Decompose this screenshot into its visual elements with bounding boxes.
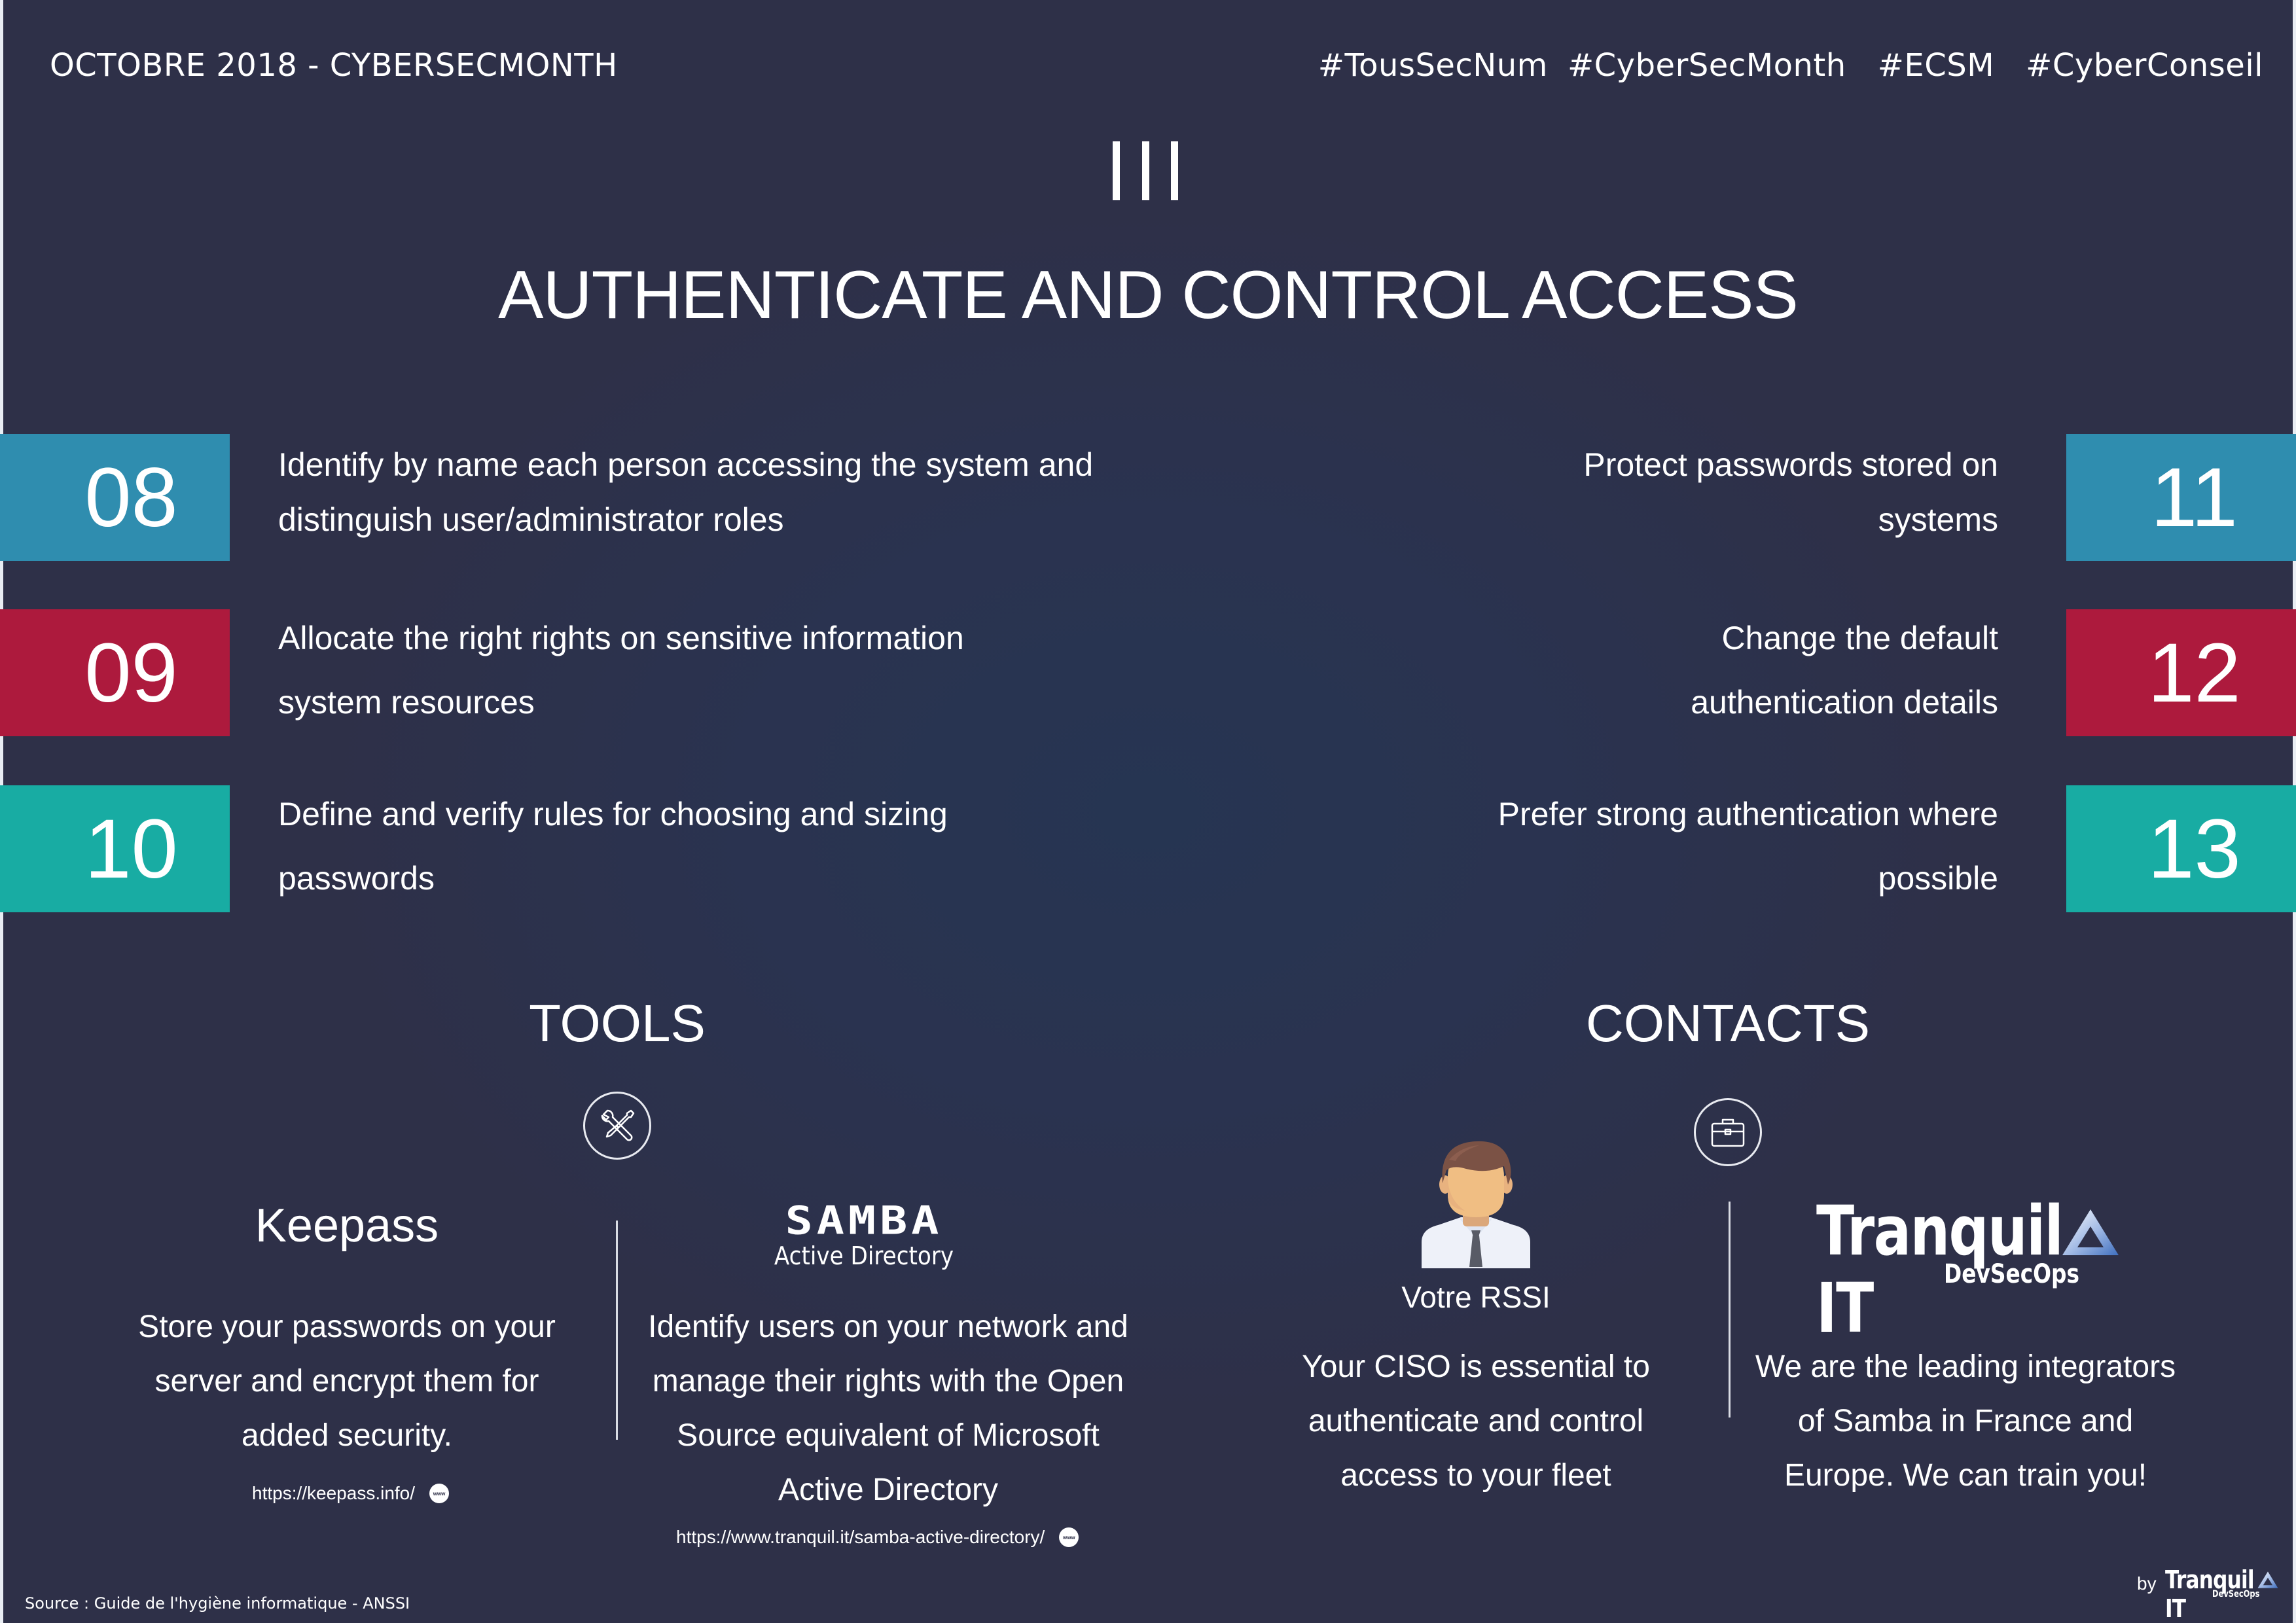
rule-line: Identify by name each person accessing t… bbox=[278, 446, 1094, 483]
rule-number-badge: 11 bbox=[2066, 434, 2296, 561]
tranquil-description: We are the leading integrators of Samba … bbox=[1736, 1340, 2195, 1503]
desc-line: We are the leading integrators bbox=[1755, 1349, 2176, 1384]
desc-line: Store your passwords on your bbox=[138, 1310, 556, 1344]
rule-line: Define and verify rules for choosing and… bbox=[278, 796, 948, 832]
www-icon[interactable]: www bbox=[1059, 1527, 1079, 1547]
hashtag: #CyberConseil bbox=[2026, 47, 2263, 84]
rule-number-badge: 12 bbox=[2066, 609, 2296, 736]
samba-description: Identify users on your network and manag… bbox=[626, 1300, 1150, 1517]
contacts-heading: CONTACTS bbox=[1585, 994, 1871, 1052]
rule-line: system resources bbox=[278, 684, 535, 721]
section-title: AUTHENTICATE AND CONTROL ACCESS bbox=[498, 257, 1799, 333]
contacts-divider bbox=[1729, 1202, 1731, 1418]
numeral-bar bbox=[1113, 141, 1120, 200]
header-hashtags: #TousSecNum #CyberSecMonth #ECSM #CyberC… bbox=[1318, 47, 2263, 84]
desc-line: Europe. We can train you! bbox=[1784, 1458, 2147, 1493]
footer-brand-logo: Tranquil IT DevSecOps bbox=[2165, 1565, 2283, 1623]
tranquil-triangle-icon bbox=[2062, 1209, 2119, 1255]
samba-logo-sub: Active Directory bbox=[774, 1241, 954, 1270]
rule-line: Allocate the right rights on sensitive i… bbox=[278, 620, 964, 656]
tools-heading: TOOLS bbox=[529, 994, 706, 1052]
desc-line: manage their rights with the Open bbox=[652, 1364, 1124, 1399]
section-numeral bbox=[1113, 141, 1178, 200]
rule-line: distinguish user/administrator roles bbox=[278, 501, 784, 538]
header-campaign: OCTOBRE 2018 - CYBERSECMONTH bbox=[50, 47, 618, 84]
numeral-bar bbox=[1141, 141, 1149, 200]
rule-line: authentication details bbox=[1691, 684, 1998, 721]
keepass-description: Store your passwords on your server and … bbox=[118, 1300, 576, 1463]
rule-number-badge: 13 bbox=[2066, 785, 2296, 912]
rssi-label: Votre RSSI bbox=[1401, 1280, 1551, 1314]
hashtag: #TousSecNum bbox=[1318, 47, 1548, 84]
samba-logo: SAMBA Active Directory bbox=[759, 1201, 969, 1272]
rule-line: systems bbox=[1878, 501, 1998, 538]
rule-line: Protect passwords stored on bbox=[1583, 446, 1998, 483]
footer-brand-sub: DevSecOps bbox=[2212, 1589, 2260, 1599]
desc-line: Identify users on your network and bbox=[648, 1310, 1128, 1344]
desc-line: Source equivalent of Microsoft bbox=[677, 1418, 1100, 1453]
source-credit: Source : Guide de l'hygiène informatique… bbox=[25, 1594, 410, 1613]
hashtag: #ECSM bbox=[1877, 47, 1995, 84]
rule-text: Prefer strong authentication where possi… bbox=[1498, 782, 1998, 910]
tranquil-it-logo: Tranquil IT DevSecOps bbox=[1816, 1192, 2130, 1347]
tools-icon bbox=[583, 1092, 651, 1160]
rule-text: Allocate the right rights on sensitive i… bbox=[278, 606, 964, 734]
rule-line: Prefer strong authentication where bbox=[1498, 796, 1998, 832]
rule-line: passwords bbox=[278, 860, 435, 897]
briefcase-icon bbox=[1694, 1098, 1762, 1166]
desc-line: of Samba in France and bbox=[1797, 1404, 2134, 1438]
infographic-page: OCTOBRE 2018 - CYBERSECMONTH #TousSecNum… bbox=[0, 0, 2296, 1623]
desc-line: added security. bbox=[242, 1418, 452, 1453]
desc-line: Your CISO is essential to bbox=[1302, 1349, 1650, 1384]
samba-logo-word: SAMBA bbox=[785, 1198, 943, 1243]
keepass-title: Keepass bbox=[255, 1200, 439, 1252]
rule-text: Define and verify rules for choosing and… bbox=[278, 782, 948, 910]
samba-url[interactable]: https://www.tranquil.it/samba-active-dir… bbox=[676, 1527, 1045, 1548]
samba-link[interactable]: https://www.tranquil.it/samba-active-dir… bbox=[676, 1527, 1079, 1548]
rule-number-badge: 10 bbox=[0, 785, 230, 912]
rule-number-badge: 08 bbox=[0, 434, 230, 561]
www-icon[interactable]: www bbox=[429, 1484, 450, 1503]
rule-text: Identify by name each person accessing t… bbox=[278, 437, 1093, 547]
by-label: by bbox=[2137, 1573, 2157, 1594]
hashtag: #CyberSecMonth bbox=[1567, 47, 1846, 84]
rssi-description: Your CISO is essential to authenticate a… bbox=[1247, 1340, 1705, 1503]
desc-line: server and encrypt them for bbox=[154, 1364, 539, 1399]
keepass-link[interactable]: https://keepass.info/ www bbox=[252, 1483, 450, 1504]
tranquil-logo-sub: DevSecOps bbox=[1944, 1259, 2080, 1289]
rule-text: Change the default authentication detail… bbox=[1691, 606, 1998, 734]
desc-line: Active Directory bbox=[778, 1472, 999, 1507]
rssi-avatar bbox=[1414, 1137, 1538, 1268]
rule-number-badge: 09 bbox=[0, 609, 230, 736]
rule-text: Protect passwords stored on systems bbox=[1583, 437, 1998, 547]
rule-line: Change the default bbox=[1721, 620, 1998, 656]
desc-line: authenticate and control bbox=[1308, 1404, 1644, 1438]
keepass-url[interactable]: https://keepass.info/ bbox=[252, 1483, 415, 1504]
desc-line: access to your fleet bbox=[1340, 1458, 1611, 1493]
tools-divider bbox=[616, 1221, 618, 1440]
rule-line: possible bbox=[1878, 860, 1998, 897]
numeral-bar bbox=[1171, 141, 1178, 200]
tranquil-triangle-icon bbox=[2257, 1571, 2278, 1588]
